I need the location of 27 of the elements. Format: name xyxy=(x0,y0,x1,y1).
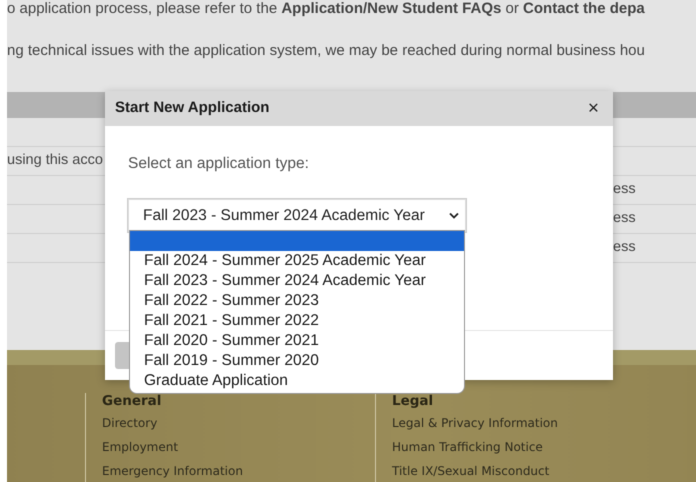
dropdown-option[interactable]: Fall 2022 - Summer 2023 xyxy=(130,291,464,311)
table-cell: using this acco xyxy=(7,152,103,168)
footer-heading: Legal xyxy=(392,393,434,409)
dropdown-option[interactable]: Graduate Application xyxy=(130,371,464,391)
table-cell: ess xyxy=(613,181,636,198)
footer-link[interactable]: Human Trafficking Notice xyxy=(392,439,665,455)
dropdown-option[interactable]: Fall 2021 - Summer 2022 xyxy=(130,311,464,331)
dropdown-option[interactable]: Fall 2024 - Summer 2025 Academic Year xyxy=(130,251,464,271)
dropdown-option[interactable] xyxy=(130,231,464,251)
footer-link[interactable]: Directory xyxy=(102,415,375,431)
footer-link[interactable]: Emergency Information xyxy=(102,463,375,479)
dropdown-option[interactable]: Fall 2023 - Summer 2024 Academic Year xyxy=(130,271,464,291)
dropdown-option[interactable]: Fall 2020 - Summer 2021 xyxy=(130,331,464,351)
modal-title: Start New Application xyxy=(115,98,270,118)
footer-heading: General xyxy=(102,393,162,409)
support-text: ng technical issues with the application system, we may be reached during normal business hou xyxy=(7,42,646,60)
close-button[interactable]: × xyxy=(584,99,603,118)
footer-link[interactable]: Title IX/Sexual Misconduct xyxy=(392,463,665,479)
notice-text: o application process, please refer to the Application/New Student FAQs or Contact the depa xyxy=(7,0,646,18)
prompt-label: Select an application type: xyxy=(128,154,310,174)
dropdown-option[interactable]: Fall 2019 - Summer 2020 xyxy=(130,351,464,371)
footer-link[interactable]: Employment xyxy=(102,439,375,455)
table-cell: ess xyxy=(613,210,636,226)
footer-link[interactable]: Legal & Privacy Information xyxy=(392,415,665,431)
table-cell: ess xyxy=(613,239,636,256)
application-type-select[interactable]: Fall 2023 - Summer 2024 Academic Year xyxy=(128,199,466,232)
chevron-icon xyxy=(449,212,459,220)
